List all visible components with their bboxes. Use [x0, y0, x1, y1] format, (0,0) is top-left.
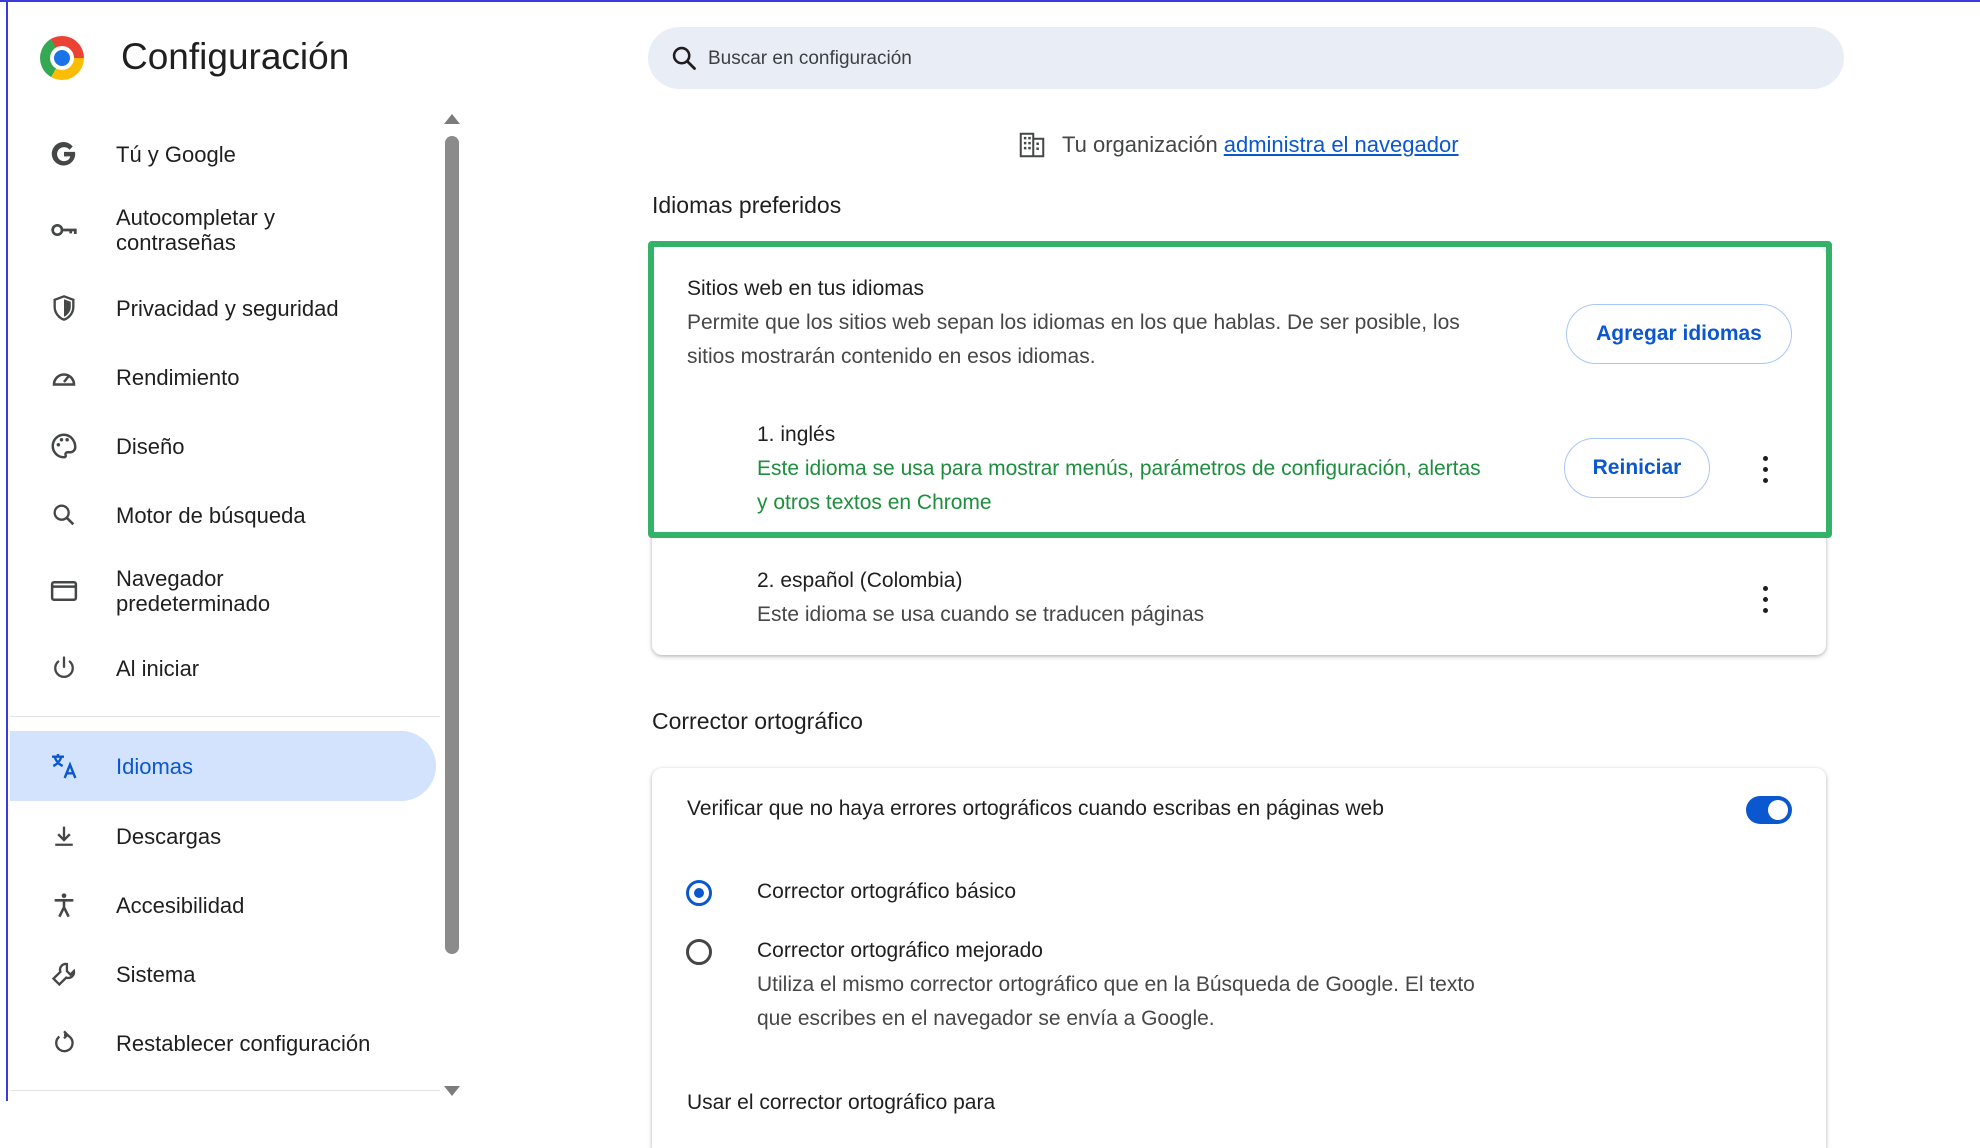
scrollbar-down-arrow[interactable]	[444, 1086, 460, 1096]
section-title-spellcheck: Corrector ortográfico	[652, 708, 863, 734]
power-icon	[48, 652, 80, 684]
scrollbar-up-arrow[interactable]	[444, 114, 460, 124]
option-enhanced-desc-line2: que escribes en el navegador se envía a …	[757, 1007, 1215, 1030]
sidebar-item-label: Rendimiento	[116, 364, 240, 390]
radio-enhanced-spellcheck[interactable]	[686, 939, 712, 965]
window-frame-left	[6, 0, 8, 1101]
sidebar-item-downloads[interactable]: Descargas	[10, 814, 436, 858]
chrome-logo-icon	[40, 36, 84, 80]
sidebar-item-privacy[interactable]: Privacidad y seguridad	[10, 286, 436, 330]
sidebar-item-label: Idiomas	[116, 753, 194, 779]
sidebar-item-label: Privacidad y seguridad	[116, 295, 339, 321]
language-name: 1. inglés	[757, 423, 836, 446]
sidebar-item-system[interactable]: Sistema	[10, 952, 436, 996]
option-enhanced-label: Corrector ortográfico mejorado	[757, 939, 1043, 962]
more-options-icon[interactable]	[1760, 586, 1770, 616]
sidebar-item-label: Al iniciar	[116, 655, 200, 681]
sidebar-divider	[10, 716, 440, 717]
scrollbar-thumb[interactable]	[445, 136, 459, 954]
accessibility-icon	[48, 889, 80, 921]
sidebar-divider	[10, 1090, 440, 1091]
sidebar-item-you-and-google[interactable]: Tú y Google	[10, 132, 436, 176]
sidebar-item-label: Motor de búsqueda	[116, 502, 306, 528]
sidebar-item-autofill[interactable]: Autocompletar y contraseñas	[10, 202, 436, 258]
add-languages-button[interactable]: Agregar idiomas	[1566, 304, 1792, 364]
languages-card: Sitios web en tus idiomas Permite que lo…	[652, 246, 1826, 655]
translate-icon	[48, 750, 80, 782]
radio-basic-spellcheck[interactable]	[686, 880, 712, 906]
sidebar-item-label: Tú y Google	[116, 141, 236, 167]
spellcheck-toggle[interactable]	[1746, 796, 1792, 824]
language-desc-line1: Este idioma se usa para mostrar menús, p…	[757, 457, 1481, 480]
sidebar-item-label: Autocompletar y contraseñas	[116, 205, 275, 255]
sidebar-item-default-browser[interactable]: Navegador predeterminado	[10, 563, 436, 619]
sidebar-item-search-engine[interactable]: Motor de búsqueda	[10, 493, 436, 537]
sidebar-item-design[interactable]: Diseño	[10, 424, 436, 468]
page-title: Configuración	[121, 36, 350, 77]
download-icon	[48, 820, 80, 852]
language-desc-line1: Este idioma se usa cuando se traducen pá…	[757, 603, 1205, 626]
spellcheck-card: Verificar que no haya errores ortográfic…	[652, 768, 1826, 1148]
window-frame-top	[0, 0, 1980, 2]
sidebar-item-languages[interactable]: Idiomas	[10, 731, 436, 801]
sidebar-item-label: Navegador predeterminado	[116, 566, 271, 616]
search-bar[interactable]	[648, 27, 1844, 89]
section-title-preferred-languages: Idiomas preferidos	[652, 192, 842, 218]
sidebar-item-performance[interactable]: Rendimiento	[10, 355, 436, 399]
sidebar-item-label: Sistema	[116, 961, 196, 987]
search-icon	[48, 499, 80, 531]
sidebar-item-label: Descargas	[116, 823, 222, 849]
sidebar-item-label: Accesibilidad	[116, 892, 245, 918]
language-name: 2. español (Colombia)	[757, 569, 963, 592]
building-icon	[1019, 132, 1045, 158]
managed-notice-text: Tu organización	[1062, 132, 1218, 157]
option-enhanced-desc-line1: Utiliza el mismo corrector ortográfico q…	[757, 973, 1475, 996]
sites-languages-desc-line1: Permite que los sitios web sepan los idi…	[687, 311, 1460, 334]
sidebar-item-label: Diseño	[116, 433, 185, 459]
managed-notice-link[interactable]: administra el navegador	[1224, 132, 1459, 158]
sidebar-item-on-startup[interactable]: Al iniciar	[10, 646, 436, 690]
search-icon	[672, 46, 696, 70]
sidebar-item-label: Restablecer configuración	[116, 1030, 371, 1056]
sites-languages-title: Sitios web en tus idiomas	[687, 277, 924, 300]
managed-notice: Tu organización administra el navegador	[1016, 130, 1459, 160]
sidebar-item-accessibility[interactable]: Accesibilidad	[10, 883, 436, 927]
speedometer-icon	[48, 361, 80, 393]
key-icon	[48, 214, 80, 246]
wrench-icon	[48, 958, 80, 990]
palette-icon	[48, 430, 80, 462]
shield-icon	[48, 292, 80, 324]
browser-window-icon	[48, 575, 80, 607]
more-options-icon[interactable]	[1760, 456, 1770, 486]
reset-icon	[48, 1027, 80, 1059]
google-g-icon	[48, 138, 80, 170]
search-input[interactable]	[706, 39, 1610, 79]
sidebar-item-reset-settings[interactable]: Restablecer configuración	[10, 1021, 436, 1065]
spellcheck-toggle-label: Verificar que no haya errores ortográfic…	[687, 797, 1384, 820]
sites-languages-desc-line2: sitios mostrarán contenido en esos idiom…	[687, 345, 1096, 368]
restart-button[interactable]: Reiniciar	[1564, 438, 1710, 498]
language-desc-line2: y otros textos en Chrome	[757, 491, 992, 514]
spellcheck-use-for-label: Usar el corrector ortográfico para	[687, 1091, 996, 1114]
option-basic-label: Corrector ortográfico básico	[757, 880, 1017, 903]
